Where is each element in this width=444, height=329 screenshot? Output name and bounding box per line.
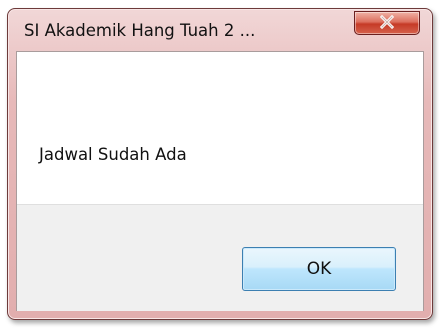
dialog-body: Jadwal Sudah Ada OK [16, 51, 424, 311]
dialog-title: SI Akademik Hang Tuah 2 ... [24, 21, 256, 40]
dialog-message: Jadwal Sudah Ada [39, 145, 187, 164]
message-dialog: SI Akademik Hang Tuah 2 ... Jadwal Sudah… [7, 8, 433, 320]
ok-button[interactable]: OK [242, 247, 396, 291]
dialog-footer: OK [17, 204, 423, 311]
close-icon [380, 14, 394, 30]
close-button[interactable] [354, 11, 420, 35]
title-bar: SI Akademik Hang Tuah 2 ... [8, 9, 432, 51]
